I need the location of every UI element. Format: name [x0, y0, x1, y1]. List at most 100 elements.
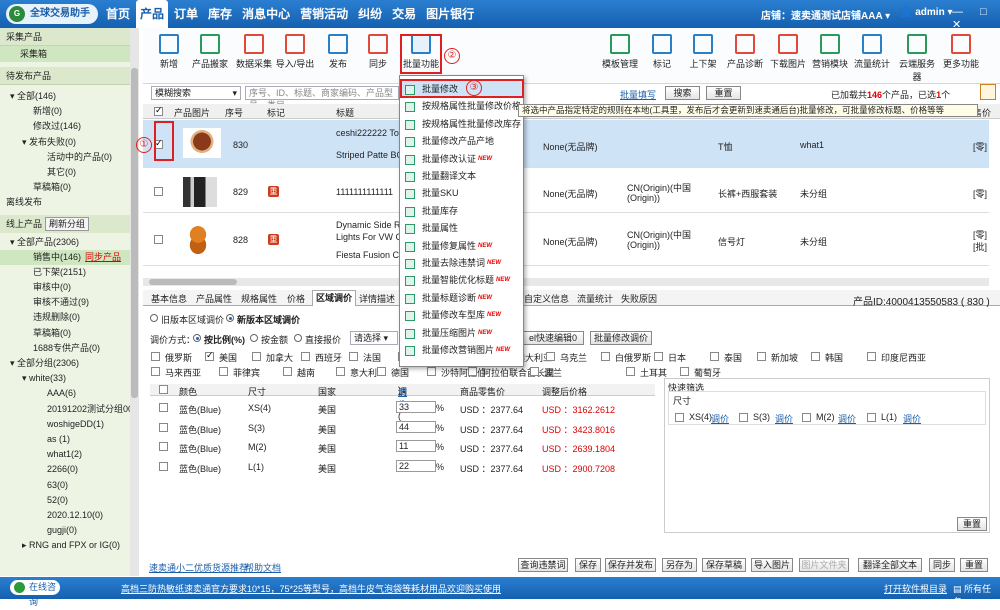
size-filter-checkbox[interactable] [802, 413, 811, 422]
grid-row-checkbox[interactable] [159, 422, 168, 432]
nav-disputes[interactable]: 纠纷 [354, 0, 386, 28]
country-checkbox[interactable] [205, 350, 214, 361]
tab-region-price[interactable]: 区域调价 [312, 290, 357, 306]
user-menu[interactable]: 👤 admin ▾ [900, 7, 953, 18]
more-functions-button[interactable]: 更多功能 [939, 34, 983, 70]
size-filter-checkbox[interactable] [739, 413, 748, 422]
country-checkbox[interactable] [301, 352, 310, 361]
chevron-down-icon[interactable]: ▾ [885, 11, 890, 22]
bottom-action-button[interactable]: 查询违禁词 [518, 558, 568, 572]
adjust-percent-input[interactable]: 22 [396, 459, 436, 472]
bottom-action-button[interactable]: 图片文件夹 [799, 558, 849, 572]
nav-orders[interactable]: 订单 [170, 0, 202, 28]
search-input[interactable]: 序号、ID、标题、商家编码、产品型号、类目 [245, 86, 399, 110]
country-checkbox[interactable] [530, 367, 539, 376]
sidebar-group-item[interactable]: woshigeDD(1) [0, 417, 138, 432]
country-checkbox[interactable] [867, 352, 876, 361]
menu-item-batch[interactable]: 批量SKU [400, 185, 524, 202]
nav-inventory[interactable]: 库存 [204, 0, 236, 28]
traffic-stats-button[interactable]: 流量统计 [850, 34, 894, 70]
search-button[interactable]: 搜索 [665, 86, 700, 100]
diagnose-button[interactable]: 产品诊断 [723, 34, 767, 70]
open-root-dir-link[interactable]: 打开软件根目录 [884, 582, 947, 595]
data-collect-button[interactable]: 数据采集 [232, 34, 276, 70]
new-version-radio[interactable] [226, 314, 234, 322]
bottom-action-button[interactable]: 另存为 [662, 558, 697, 572]
country-checkbox[interactable] [468, 367, 477, 376]
tab-fail-reason[interactable]: 失败原因 [621, 292, 657, 305]
row-checkbox[interactable] [154, 187, 163, 196]
shelf-button[interactable]: 上下架 [681, 34, 725, 70]
sidebar-item-violation-deleted[interactable]: 违规删除(0) [0, 310, 138, 325]
product-move-button[interactable]: 产品搬家 [188, 34, 232, 70]
grid-row-checkbox[interactable] [159, 442, 168, 451]
supply-recommend-link[interactable]: 速卖通小二优质货源推荐 [149, 561, 248, 574]
size-filter-checkbox[interactable] [675, 413, 684, 422]
sidebar-group-item[interactable]: 20191202测试分组001 [0, 402, 138, 417]
quick-edit-button[interactable]: el快速编辑0 [522, 331, 584, 345]
online-consult-button[interactable]: 在线咨询 [10, 580, 60, 607]
country-checkbox[interactable] [283, 367, 292, 376]
sidebar-item-new[interactable]: 新增(0) [0, 104, 138, 119]
country-checkbox[interactable] [377, 367, 386, 376]
row-checkbox[interactable] [154, 235, 163, 244]
size-adjust-link[interactable]: 调价 [903, 412, 921, 425]
menu-item-batch[interactable]: 批量压缩图片 NEW [400, 325, 524, 342]
sidebar-scrollbar[interactable] [130, 28, 139, 576]
adjust-percent-input[interactable]: 44 [396, 420, 436, 433]
country-checkbox[interactable] [219, 367, 228, 376]
tab-price[interactable]: 价格 [287, 292, 305, 305]
sidebar-item-online-draft[interactable]: 草稿箱(0) [0, 326, 138, 341]
nav-home[interactable]: 首页 [102, 0, 134, 28]
nav-products[interactable]: 产品 [136, 0, 169, 28]
status-ad-link[interactable]: 高档三防热敏纸速卖通官方要求10*15，75*25等型号，高档牛皮气泡袋等耗材用… [121, 582, 501, 595]
tab-spec-attrs[interactable]: 规格属性 [241, 292, 277, 305]
bottom-action-button[interactable]: 翻译全部文本 [858, 558, 922, 572]
select-all-checkbox[interactable] [154, 105, 163, 116]
nav-marketing[interactable]: 营销活动 [296, 0, 352, 28]
bottom-action-button[interactable]: 保存草稿 [702, 558, 746, 572]
sidebar-group-white[interactable]: ▾ white(33) [0, 371, 138, 386]
sync-button[interactable]: 同步 [356, 34, 400, 70]
country-checkbox[interactable] [601, 352, 610, 361]
nav-trade[interactable]: 交易 [388, 0, 420, 28]
sidebar-item-on-sale[interactable]: 销售中(146) 同步产品 [0, 249, 138, 265]
country-checkbox[interactable] [757, 352, 766, 361]
sidebar-item-pending-all[interactable]: ▾ 全部(146) [0, 89, 138, 104]
sidebar-item-review-rejected[interactable]: 审核不通过(9) [0, 295, 138, 310]
adjust-percent-input[interactable]: 11 [396, 440, 436, 452]
sidebar-group-item[interactable]: AAA(6) [0, 386, 138, 401]
size-adjust-link[interactable]: 调价 [775, 412, 793, 425]
search-mode-select[interactable]: 模糊搜索 ▾ [151, 86, 241, 100]
menu-item-batch[interactable]: 批量修改产品产地 [400, 133, 524, 150]
menu-item-batch[interactable]: 按规格属性批量修改库存 [400, 116, 524, 133]
sidebar-group-item[interactable]: 52(0) [0, 493, 138, 508]
country-checkbox[interactable] [811, 352, 820, 361]
menu-item-batch[interactable]: 批量标题诊断 NEW [400, 290, 524, 307]
quick-filter-reset-button[interactable]: 重置 [957, 517, 987, 531]
refresh-groups-button[interactable]: 刷新分组 [45, 216, 90, 231]
sidebar-item-online-all[interactable]: ▾ 全部产品(2306) [0, 235, 138, 250]
menu-item-batch[interactable]: 批量修复属性 NEW [400, 238, 524, 255]
bottom-action-button[interactable]: 导入图片 [751, 558, 793, 572]
sidebar-group-item[interactable]: 2020.12.10(0) [0, 508, 138, 523]
sidebar-group-item[interactable]: gugji(0) [0, 523, 138, 538]
sidebar-item-1688[interactable]: 1688专供产品(0) [0, 341, 138, 356]
all-tasks-button[interactable]: ▤ 所有任务 [953, 582, 1000, 608]
sidebar-item-off-shelf[interactable]: 已下架(2151) [0, 265, 138, 280]
method-percent-radio[interactable] [193, 334, 201, 342]
country-checkbox[interactable] [680, 367, 689, 376]
country-checkbox[interactable] [626, 367, 635, 376]
menu-item-batch[interactable]: 批量翻译文本 [400, 168, 524, 185]
grid-row-checkbox[interactable] [159, 403, 168, 412]
sync-products-link[interactable]: 同步产品 [85, 252, 121, 262]
bottom-action-button[interactable]: 重置 [960, 558, 988, 572]
tab-detail-desc[interactable]: 详情描述 [359, 292, 395, 305]
country-checkbox[interactable] [151, 352, 160, 361]
marketing-module-button[interactable]: 营销模块 [808, 34, 852, 70]
menu-item-batch[interactable]: 按规格属性批量修改价格 [400, 98, 524, 115]
batch-adjust-price-button[interactable]: 批量修改调价 [590, 331, 652, 345]
nav-image-bank[interactable]: 图片银行 [422, 0, 478, 28]
cloud-server-button[interactable]: 云端服务器 [895, 34, 939, 83]
menu-item-batch[interactable]: 批量属性 [400, 220, 524, 237]
